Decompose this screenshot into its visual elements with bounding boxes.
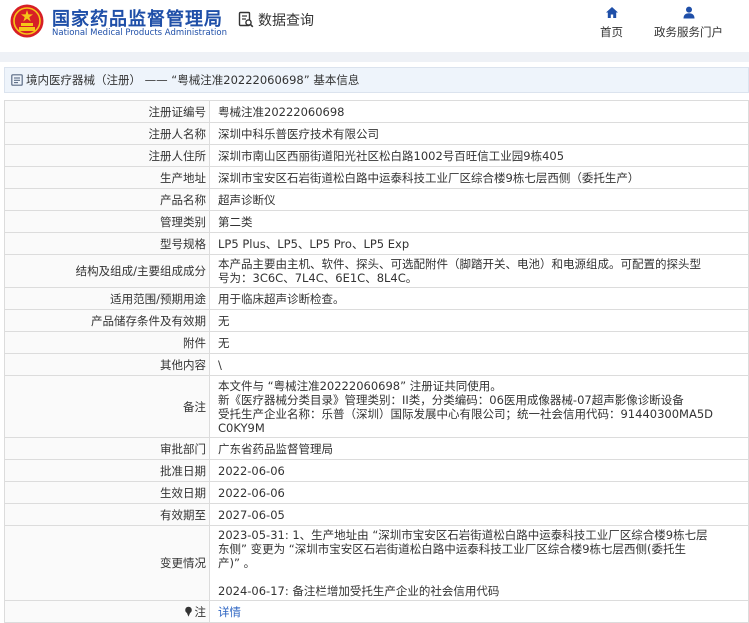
field-value: LP5 Plus、LP5、LP5 Pro、LP5 Exp xyxy=(209,232,749,255)
field-value-line: 新《医疗器械分类目录》管理类别：II类，分类编码：06医用成像器械-07超声影像… xyxy=(218,392,684,407)
field-label: 注册人住所 xyxy=(4,144,210,167)
field-value: 第二类 xyxy=(209,210,749,233)
field-value-line: 本产品主要由主机、软件、探头、可选配附件（脚踏开关、电池）和电源组成。可配置的探… xyxy=(218,257,701,271)
field-value: \ xyxy=(209,353,749,376)
table-row: 批准日期 2022-06-06 xyxy=(4,459,749,482)
field-value-line: 2024-06-17: 备注栏增加受托生产企业的社会信用代码 xyxy=(218,584,500,598)
breadcrumb: 境内医疗器械（注册） —— “粤械注准20222060698” 基本信息 xyxy=(4,67,749,93)
table-row: 审批部门 广东省药品监督管理局 xyxy=(4,437,749,460)
table-row: 产品储存条件及有效期无 xyxy=(4,309,749,332)
field-value: 粤械注准20222060698 xyxy=(209,100,749,123)
table-row: 生效日期 2022-06-06 xyxy=(4,481,749,504)
field-value: 2022-06-06 xyxy=(209,459,749,482)
field-value-line: 2023-05-31: 1、生产地址由 “深圳市宝安区石岩街道松白路中运泰科技工… xyxy=(218,528,708,542)
field-value: 深圳中科乐普医疗技术有限公司 xyxy=(209,122,749,145)
table-row: 适用范围/预期用途 用于临床超声诊断检查。 xyxy=(4,287,749,310)
page-title: 数据查询 xyxy=(238,10,314,30)
table-row: 附件无 xyxy=(4,331,749,354)
table-row: 产品名称 超声诊断仪 xyxy=(4,188,749,211)
field-label: 生产地址 xyxy=(4,166,210,189)
breadcrumb-text: 境内医疗器械（注册） —— “粤械注准20222060698” 基本信息 xyxy=(26,73,360,87)
table-row: 结构及组成/主要组成成分 本产品主要由主机、软件、探头、可选配附件（脚踏开关、电池… xyxy=(4,254,749,288)
table-row: 生产地址 深圳市宝安区石岩街道松白路中运泰科技工业厂区综合楼9栋七层西侧（委托生产… xyxy=(4,166,749,189)
pin-icon xyxy=(184,606,192,617)
field-value: 2022-06-06 xyxy=(209,481,749,504)
agency-name-en: National Medical Products Administration xyxy=(52,28,227,38)
field-label: 管理类别 xyxy=(4,210,210,233)
table-row: 变更情况 2023-05-31: 1、生产地址由 “深圳市宝安区石岩街道松白路中运… xyxy=(4,525,749,601)
field-value: 本文件与 “粤械注准20222060698” 注册证共同使用。 新《医疗器械分类目… xyxy=(209,375,749,438)
field-label: 适用范围/预期用途 xyxy=(4,287,210,310)
detail-table: 注册证编号 粤械注准20222060698 注册人名称 深圳中科乐普医疗技术有限公司注… xyxy=(4,100,749,623)
page-title-text: 数据查询 xyxy=(258,13,314,29)
field-label: 型号规格 xyxy=(4,232,210,255)
field-value-line: C0KY9M xyxy=(218,420,265,435)
table-row: 注册人住所 深圳市南山区西丽街道阳光社区松白路1002号百旺信工业园9栋405 xyxy=(4,144,749,167)
field-label: 注册证编号 xyxy=(4,100,210,123)
header-divider xyxy=(0,52,749,62)
field-label: 变更情况 xyxy=(4,525,210,601)
table-row: 管理类别 第二类 xyxy=(4,210,749,233)
field-label: 生效日期 xyxy=(4,481,210,504)
table-row-note: 注详情 xyxy=(4,600,749,623)
field-value-line: 本文件与 “粤械注准20222060698” 注册证共同使用。 xyxy=(218,378,502,393)
nav-services[interactable]: 政务服务门户 xyxy=(654,6,723,40)
field-value: 广东省药品监督管理局 xyxy=(209,437,749,460)
field-value: 深圳市宝安区石岩街道松白路中运泰科技工业厂区综合楼9栋七层西侧（委托生产） xyxy=(209,166,749,189)
table-row: 型号规格 LP5 Plus、LP5、LP5 Pro、LP5 Exp xyxy=(4,232,749,255)
field-label: 附件 xyxy=(4,331,210,354)
details-link[interactable]: 详情 xyxy=(218,605,241,619)
field-value: 2023-05-31: 1、生产地址由 “深圳市宝安区石岩街道松白路中运泰科技工… xyxy=(209,525,749,601)
search-doc-icon xyxy=(238,11,254,28)
table-row: 备注 本文件与 “粤械注准20222060698” 注册证共同使用。 新《医疗器械分… xyxy=(4,375,749,438)
field-label: 产品储存条件及有效期 xyxy=(4,309,210,332)
home-icon xyxy=(605,7,618,18)
note-value: 详情 xyxy=(209,600,749,623)
field-value-line: 产)” 。 xyxy=(218,556,256,570)
national-emblem-icon xyxy=(10,4,44,38)
note-label-text: 注 xyxy=(194,604,207,619)
field-value: 用于临床超声诊断检查。 xyxy=(209,287,749,310)
field-value: 无 xyxy=(209,331,749,354)
field-value: 2027-06-05 xyxy=(209,503,749,526)
field-value-line: 受托生产企业名称：乐普（深圳）国际发展中心有限公司；统一社会信用代码：91440… xyxy=(218,406,713,421)
field-label: 批准日期 xyxy=(4,459,210,482)
table-row: 其他内容 \ xyxy=(4,353,749,376)
nav-services-label: 政务服务门户 xyxy=(654,25,723,39)
site-header: 国家药品监督管理局 National Medical Products Admi… xyxy=(0,0,749,48)
user-icon xyxy=(683,6,694,19)
field-label: 审批部门 xyxy=(4,437,210,460)
field-label: 备注 xyxy=(4,375,210,438)
field-value: 超声诊断仪 xyxy=(209,188,749,211)
note-label: 注 xyxy=(4,600,210,623)
field-label: 注册人名称 xyxy=(4,122,210,145)
field-value-line: 号为：3C6C、7L4C、6E1C、8L4C。 xyxy=(218,271,418,285)
field-value-line: 东侧” 变更为 “深圳市宝安区石岩街道松白路中运泰科技工业厂区综合楼9栋七层西侧… xyxy=(218,542,687,556)
table-row: 注册人名称 深圳中科乐普医疗技术有限公司 xyxy=(4,122,749,145)
field-label: 产品名称 xyxy=(4,188,210,211)
table-row: 注册证编号 粤械注准20222060698 xyxy=(4,100,749,123)
nav-home-label: 首页 xyxy=(600,25,623,39)
field-value: 深圳市南山区西丽街道阳光社区松白路1002号百旺信工业园9栋405 xyxy=(209,144,749,167)
field-label: 其他内容 xyxy=(4,353,210,376)
nav-home[interactable]: 首页 xyxy=(600,6,623,40)
field-label: 结构及组成/主要组成成分 xyxy=(4,254,210,288)
list-icon xyxy=(11,74,23,86)
field-value: 无 xyxy=(209,309,749,332)
table-row: 有效期至 2027-06-05 xyxy=(4,503,749,526)
field-label: 有效期至 xyxy=(4,503,210,526)
field-value: 本产品主要由主机、软件、探头、可选配附件（脚踏开关、电池）和电源组成。可配置的探… xyxy=(209,254,749,288)
